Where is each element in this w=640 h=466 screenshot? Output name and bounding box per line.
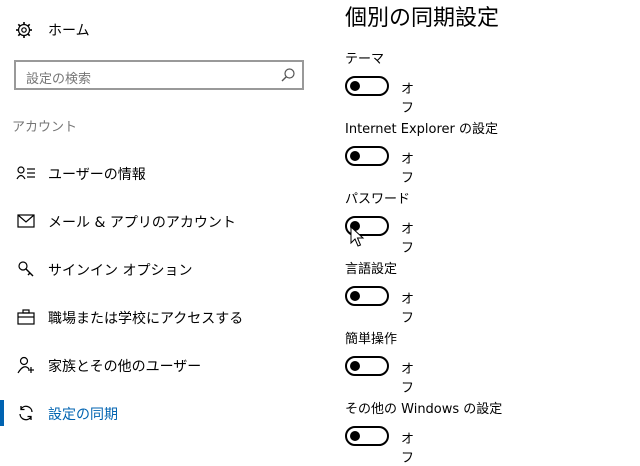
other-windows-toggle[interactable] — [345, 426, 389, 446]
sidebar-item-label: 職場または学校にアクセスする — [48, 311, 244, 327]
language-toggle[interactable] — [345, 286, 389, 306]
section-heading-accounts: アカウント — [12, 120, 78, 135]
search-input[interactable]: 設定の検索 — [14, 60, 304, 90]
sidebar-item-user-info[interactable]: ユーザーの情報 — [0, 156, 320, 190]
setting-label: パスワード — [345, 192, 411, 207]
toggle-state: オフ — [401, 82, 415, 116]
theme-toggle[interactable] — [345, 76, 389, 96]
home-link[interactable]: ホーム — [14, 18, 90, 42]
ease-of-access-toggle[interactable] — [345, 356, 389, 376]
internet-explorer-toggle[interactable] — [345, 146, 389, 166]
search-icon[interactable] — [280, 67, 296, 83]
sidebar-item-email-accounts[interactable]: メール & アプリのアカウント — [0, 204, 320, 238]
sidebar-item-family-users[interactable]: 家族とその他のユーザー — [0, 348, 320, 382]
setting-label: Internet Explorer の設定 — [345, 122, 499, 137]
user-info-icon — [16, 164, 36, 182]
add-person-icon — [16, 356, 36, 374]
sidebar-item-sync-settings[interactable]: 設定の同期 — [0, 396, 320, 430]
toggle-knob — [350, 81, 360, 91]
sidebar-item-label: 設定の同期 — [48, 407, 118, 423]
mail-icon — [16, 212, 36, 230]
sidebar-item-label: メール & アプリのアカウント — [48, 215, 236, 231]
mouse-pointer-icon — [350, 225, 366, 248]
setting-label: 簡単操作 — [345, 332, 398, 347]
sidebar-item-label: 家族とその他のユーザー — [48, 359, 202, 375]
key-icon — [16, 260, 36, 278]
toggle-state: オフ — [401, 432, 415, 466]
sidebar-item-work-school[interactable]: 職場または学校にアクセスする — [0, 300, 320, 334]
sidebar-item-label: ユーザーの情報 — [48, 167, 146, 183]
toggle-state: オフ — [401, 362, 415, 396]
toggle-knob — [350, 361, 360, 371]
page-title: 個別の同期設定 — [345, 6, 500, 31]
main-content: 個別の同期設定 テーマ オフ Internet Explorer の設定 オフ … — [345, 0, 640, 466]
search-placeholder: 設定の検索 — [26, 72, 92, 87]
setting-label: 言語設定 — [345, 262, 398, 277]
setting-label: テーマ — [345, 52, 385, 67]
toggle-state: オフ — [401, 152, 415, 186]
toggle-state: オフ — [401, 222, 415, 256]
sidebar: ホーム 設定の検索 アカウント ユーザーの情報 メール & アプリのアカウント … — [0, 0, 320, 447]
home-label: ホーム — [48, 23, 90, 39]
sidebar-item-signin-options[interactable]: サインイン オプション — [0, 252, 320, 286]
gear-icon — [14, 20, 34, 40]
briefcase-icon — [16, 308, 36, 326]
toggle-knob — [350, 291, 360, 301]
toggle-knob — [350, 151, 360, 161]
toggle-state: オフ — [401, 292, 415, 326]
sidebar-item-label: サインイン オプション — [48, 263, 193, 279]
sync-icon — [16, 404, 36, 422]
toggle-knob — [350, 431, 360, 441]
setting-label: その他の Windows の設定 — [345, 402, 503, 417]
active-indicator — [0, 400, 4, 426]
